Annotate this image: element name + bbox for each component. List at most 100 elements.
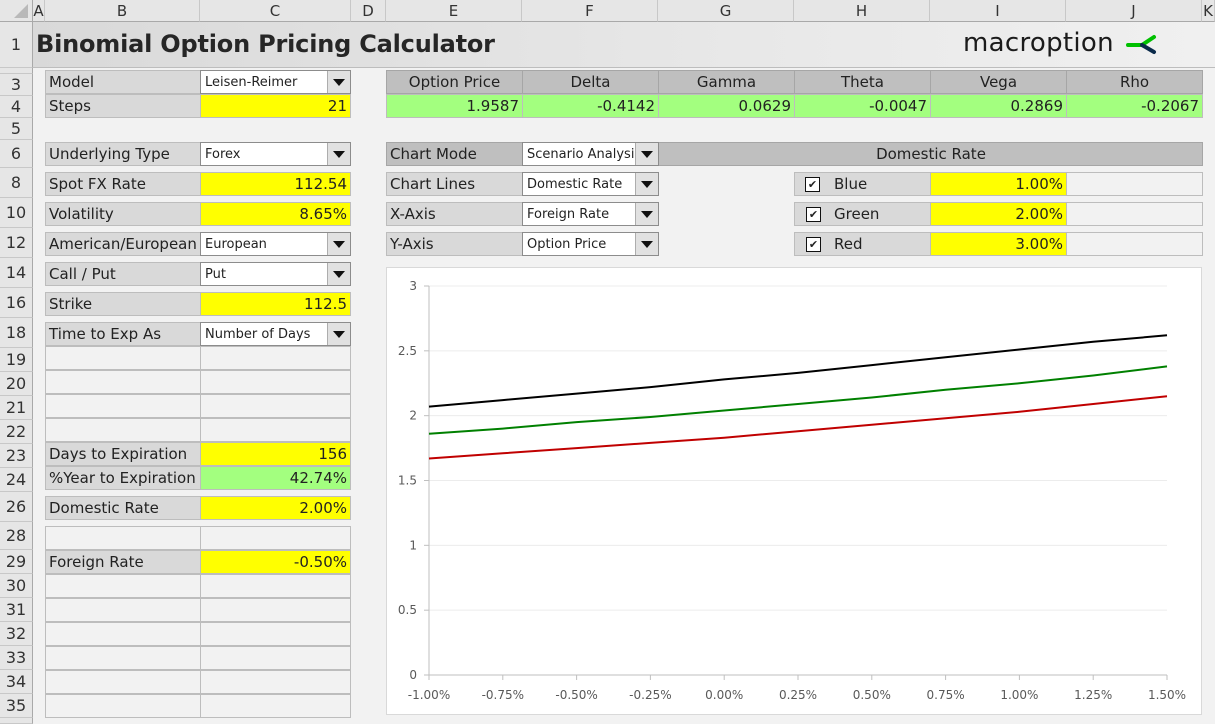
row-header-31[interactable]: 31 [0, 598, 33, 622]
empty-cell[interactable] [45, 370, 201, 394]
empty-cell[interactable] [200, 646, 351, 670]
empty-cell[interactable] [45, 670, 201, 694]
row-header-30[interactable]: 30 [0, 574, 33, 598]
empty-cell[interactable] [45, 622, 201, 646]
row-header-22[interactable]: 22 [0, 420, 33, 444]
empty-cell[interactable] [200, 574, 351, 598]
column-header-j[interactable]: J [1066, 0, 1202, 22]
y-axis-chevron-down-icon[interactable] [635, 233, 658, 255]
empty-cell[interactable] [200, 598, 351, 622]
column-header-e[interactable]: E [386, 0, 522, 22]
foreign-rate-input[interactable]: -0.50% [200, 550, 351, 574]
domestic-rate-input[interactable]: 2.00% [200, 496, 351, 520]
red-rate-input[interactable]: 3.00% [930, 232, 1067, 256]
time-as-dropdown[interactable]: Number of Days [200, 322, 351, 346]
row-header-4[interactable]: 4 [0, 96, 33, 118]
chart-mode-chevron-down-icon[interactable] [635, 143, 658, 165]
green-rate-input[interactable]: 2.00% [930, 202, 1067, 226]
empty-cell[interactable] [200, 370, 351, 394]
call-put-dropdown[interactable]: Put [200, 262, 351, 286]
underlying-type-chevron-down-icon[interactable] [327, 143, 350, 165]
column-header-c[interactable]: C [200, 0, 351, 22]
row-header-10[interactable]: 10 [0, 198, 33, 228]
row-header-29[interactable]: 29 [0, 550, 33, 574]
row-header-18[interactable]: 18 [0, 318, 33, 348]
volatility-input[interactable]: 8.65% [200, 202, 351, 226]
empty-cell[interactable] [45, 394, 201, 418]
column-header-h[interactable]: H [794, 0, 930, 22]
row-header-5[interactable]: 5 [0, 118, 33, 140]
empty-cell[interactable] [45, 694, 201, 718]
row-header-28[interactable]: 28 [0, 522, 33, 550]
empty-cell[interactable] [45, 418, 201, 442]
row-header-14[interactable]: 14 [0, 258, 33, 288]
empty-cell[interactable] [1066, 172, 1203, 196]
y-tick-label: 2 [409, 409, 417, 423]
row-header-35[interactable]: 35 [0, 694, 33, 718]
strike-input[interactable]: 112.5 [200, 292, 351, 316]
empty-cell[interactable] [1066, 232, 1203, 256]
blue-rate-input[interactable]: 1.00% [930, 172, 1067, 196]
exercise-dropdown[interactable]: European [200, 232, 351, 256]
row-header-3[interactable]: 3 [0, 74, 33, 96]
empty-cell[interactable] [45, 526, 201, 550]
blue-checkbox[interactable]: ✔ [805, 177, 820, 192]
empty-cell[interactable] [45, 574, 201, 598]
empty-cell[interactable] [1066, 202, 1203, 226]
column-header-f[interactable]: F [522, 0, 658, 22]
column-header-i[interactable]: I [930, 0, 1066, 22]
steps-input[interactable]: 21 [200, 94, 351, 118]
empty-cell[interactable] [200, 622, 351, 646]
column-header-b[interactable]: B [45, 0, 200, 22]
model-dropdown-chevron-down-icon[interactable] [327, 71, 350, 93]
row-header-19[interactable]: 19 [0, 348, 33, 372]
select-all-corner[interactable] [0, 0, 33, 22]
row-header-32[interactable]: 32 [0, 622, 33, 646]
time-as-chevron-down-icon[interactable] [327, 323, 350, 345]
empty-cell[interactable] [200, 418, 351, 442]
row-header-16[interactable]: 16 [0, 288, 33, 318]
row-header-34[interactable]: 34 [0, 670, 33, 694]
row-header-6[interactable]: 6 [0, 140, 33, 168]
empty-cell[interactable] [45, 646, 201, 670]
row-header-33[interactable]: 33 [0, 646, 33, 670]
spot-input[interactable]: 112.54 [200, 172, 351, 196]
exercise-chevron-down-icon[interactable] [327, 233, 350, 255]
empty-cell[interactable] [200, 346, 351, 370]
chart-lines-dropdown[interactable]: Domestic Rate [522, 172, 659, 196]
row-header-21[interactable]: 21 [0, 396, 33, 420]
x-axis-dropdown[interactable]: Foreign Rate [522, 202, 659, 226]
chart-mode-dropdown[interactable]: Scenario Analysis [522, 142, 659, 166]
y-axis-dropdown[interactable]: Option Price [522, 232, 659, 256]
row-header-36[interactable] [0, 718, 33, 724]
column-header-k[interactable]: K [1202, 0, 1215, 22]
row-header-26[interactable]: 26 [0, 492, 33, 522]
empty-cell[interactable] [200, 670, 351, 694]
underlying-type-dropdown[interactable]: Forex [200, 142, 351, 166]
empty-cell[interactable] [45, 598, 201, 622]
empty-cell[interactable] [200, 526, 351, 550]
row-header-12[interactable]: 12 [0, 228, 33, 258]
empty-cell[interactable] [45, 346, 201, 370]
chart-lines-chevron-down-icon[interactable] [635, 173, 658, 195]
days-input[interactable]: 156 [200, 442, 351, 466]
scenario-chart[interactable]: 0 0.5 1 1.5 2 2.5 3 -1.00% -0.75% -0.50% -0.25% 0.0… [386, 267, 1202, 715]
series-line-2 [428, 365, 1168, 435]
row-header-23[interactable]: 23 [0, 444, 33, 468]
empty-cell[interactable] [200, 394, 351, 418]
column-header-a[interactable]: A [33, 0, 45, 22]
row-header-1[interactable]: 1 [0, 22, 33, 68]
column-header-g[interactable]: G [658, 0, 794, 22]
row-header-24[interactable]: 24 [0, 468, 33, 492]
x-axis-chevron-down-icon[interactable] [635, 203, 658, 225]
green-checkbox[interactable]: ✔ [806, 207, 821, 222]
model-dropdown[interactable]: Leisen-Reimer [200, 70, 351, 94]
exercise-value: European [205, 236, 267, 252]
empty-cell[interactable] [200, 694, 351, 718]
macroption-logo-icon [1126, 34, 1157, 54]
call-put-chevron-down-icon[interactable] [327, 263, 350, 285]
row-header-20[interactable]: 20 [0, 372, 33, 396]
row-header-8[interactable]: 8 [0, 168, 33, 198]
red-checkbox[interactable]: ✔ [806, 237, 821, 252]
column-header-d[interactable]: D [351, 0, 386, 22]
